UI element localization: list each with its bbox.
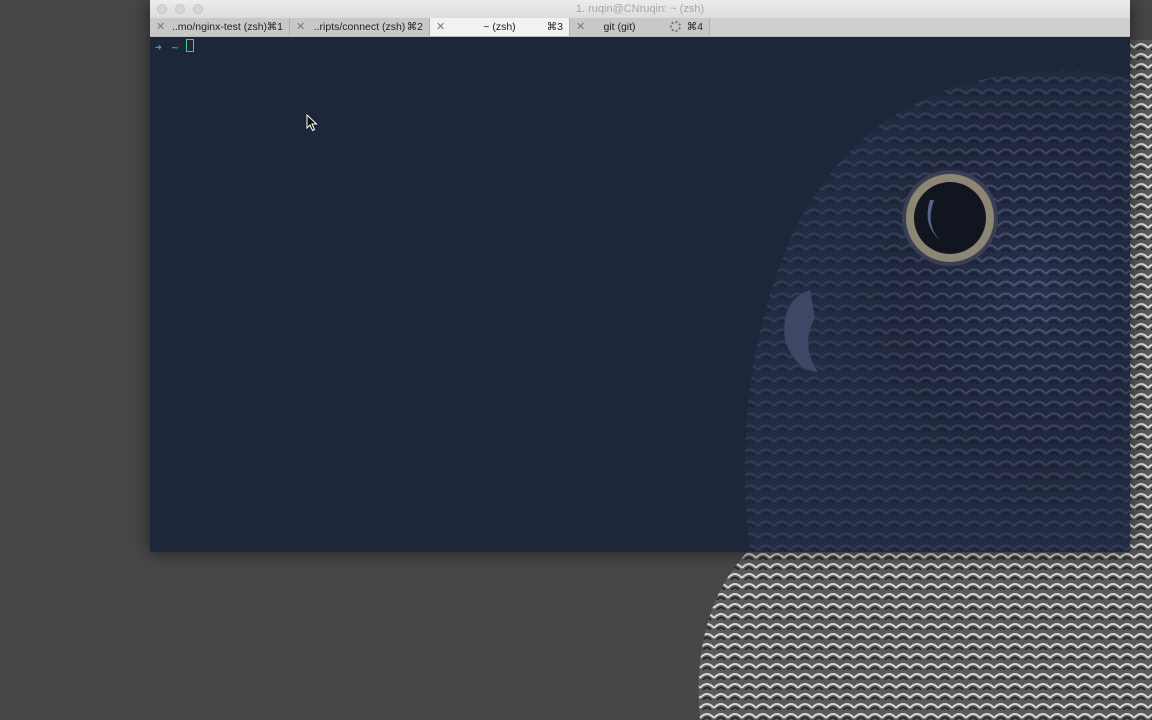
text-cursor	[186, 39, 195, 52]
tab-shortcut: ⌘3	[546, 21, 563, 33]
prompt-arrow-icon: ➜	[155, 41, 162, 54]
window-title: 1. ruqin@CNruqin: ~ (zsh)	[575, 3, 705, 15]
tab-git[interactable]: ✕ git (git) ⌘4	[570, 18, 710, 36]
loading-spinner-icon	[670, 21, 681, 32]
tab-label: git (git)	[603, 21, 636, 33]
tab-connect[interactable]: ✕ ..ripts/connect (zsh) ⌘2	[290, 18, 430, 36]
tab-bar: ✕ ..mo/nginx-test (zsh) ⌘1 ✕ ..ripts/con…	[150, 18, 1130, 37]
tab-shortcut: ⌘4	[686, 21, 703, 33]
tab-home[interactable]: ✕ ~ (zsh) ⌘3	[430, 18, 570, 36]
shell-prompt: ➜ ~	[155, 39, 195, 54]
tab-shortcut: ⌘2	[406, 21, 423, 33]
terminal-window: 1. ruqin@CNruqin: ~ (zsh) ✕ ..mo/nginx-t…	[150, 0, 1130, 552]
tab-nginx-test[interactable]: ✕ ..mo/nginx-test (zsh) ⌘1	[150, 18, 290, 36]
mouse-pointer-icon	[306, 114, 318, 132]
title-bar: 1. ruqin@CNruqin: ~ (zsh)	[150, 0, 1130, 19]
tab-shortcut: ⌘1	[266, 21, 283, 33]
prompt-directory: ~	[171, 41, 179, 54]
terminal-content[interactable]: ➜ ~	[150, 37, 1130, 552]
